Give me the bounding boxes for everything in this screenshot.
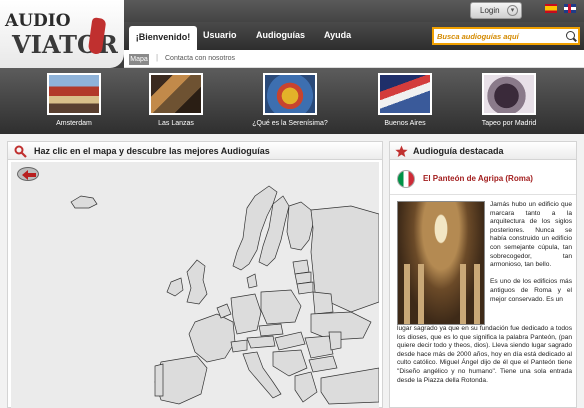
featured-guide-para1: Jamás hubo un edificio que marcara tanto… [490, 201, 572, 269]
featured-guide-text-full: lugar sagrado ya que en su fundación fue… [397, 325, 572, 384]
chevron-down-icon: ▾ [507, 5, 518, 16]
search-icon[interactable] [566, 31, 575, 40]
thumb-label-las-lanzas[interactable]: Las Lanzas [131, 120, 221, 127]
featured-guide-text: Jamás hubo un edificio que marcara tanto… [490, 201, 572, 304]
tab-ayuda[interactable]: Ayuda [324, 30, 351, 40]
subnav-separator: | [156, 53, 159, 62]
magnifier-icon [14, 145, 27, 158]
tab-usuario[interactable]: Usuario [203, 30, 237, 40]
spanish-flag-icon[interactable] [545, 4, 557, 13]
sub-nav: Mapa | Contacta con nosotros [124, 50, 584, 68]
thumb-label-buenos-aires[interactable]: Buenos Aires [360, 120, 450, 127]
featured-guide-subheader: El Panteón de Agripa (Roma) [390, 167, 576, 195]
map-title: Haz clic en el mapa y descubre las mejor… [34, 146, 270, 156]
english-flag-icon[interactable] [564, 4, 576, 13]
featured-guide-name[interactable]: El Panteón de Agripa (Roma) [423, 174, 533, 183]
thumb-label-tapeo[interactable]: Tapeo por Madrid [464, 120, 554, 127]
featured-guide-header: Audioguía destacada [390, 142, 576, 160]
tapeo-madrid-thumbnail[interactable] [482, 73, 536, 115]
europe-map[interactable] [11, 162, 379, 408]
serenisima-thumbnail[interactable] [263, 73, 317, 115]
thumb-label-serenisima[interactable]: ¿Qué es la Serenísima? [245, 120, 335, 127]
featured-strip: Amsterdam Las Lanzas ¿Qué es la Serenísi… [0, 68, 584, 134]
featured-guide-title: Audioguía destacada [413, 146, 504, 156]
featured-guide-para2: Es uno de los edificios más antiguos de … [490, 278, 572, 303]
header: AUDIO VIATOR Login ▾ ¡Bienvenido! Usuari… [0, 0, 584, 68]
las-lanzas-thumbnail[interactable] [149, 73, 203, 115]
map-panel-header: Haz clic en el mapa y descubre las mejor… [8, 142, 382, 160]
italy-flag-icon [397, 170, 415, 188]
tab-bienvenido[interactable]: ¡Bienvenido! [129, 26, 197, 50]
featured-guide-panel: Audioguía destacada El Panteón de Agripa… [389, 141, 577, 408]
map-countries[interactable] [11, 162, 379, 408]
star-icon [395, 145, 408, 157]
subnav-mapa[interactable]: Mapa [129, 54, 149, 65]
logo[interactable]: AUDIO VIATOR [0, 0, 124, 68]
logo-line1: AUDIO [5, 11, 71, 31]
login-button[interactable]: Login ▾ [470, 2, 522, 19]
search-placeholder: Busca audioguías aquí [437, 32, 519, 41]
tab-audioguias[interactable]: Audioguías [256, 30, 305, 40]
subnav-contacto[interactable]: Contacta con nosotros [165, 55, 235, 62]
thumb-label-amsterdam[interactable]: Amsterdam [29, 120, 119, 127]
main-nav: ¡Bienvenido! Usuario Audioguías Ayuda Bu… [124, 22, 584, 50]
search-input[interactable]: Busca audioguías aquí [432, 27, 580, 45]
pantheon-image[interactable] [397, 201, 485, 325]
map-panel: Haz clic en el mapa y descubre las mejor… [7, 141, 383, 408]
login-label: Login [480, 6, 500, 15]
amsterdam-thumbnail[interactable] [47, 73, 101, 115]
page: AUDIO VIATOR Login ▾ ¡Bienvenido! Usuari… [0, 0, 584, 408]
buenos-aires-thumbnail[interactable] [378, 73, 432, 115]
